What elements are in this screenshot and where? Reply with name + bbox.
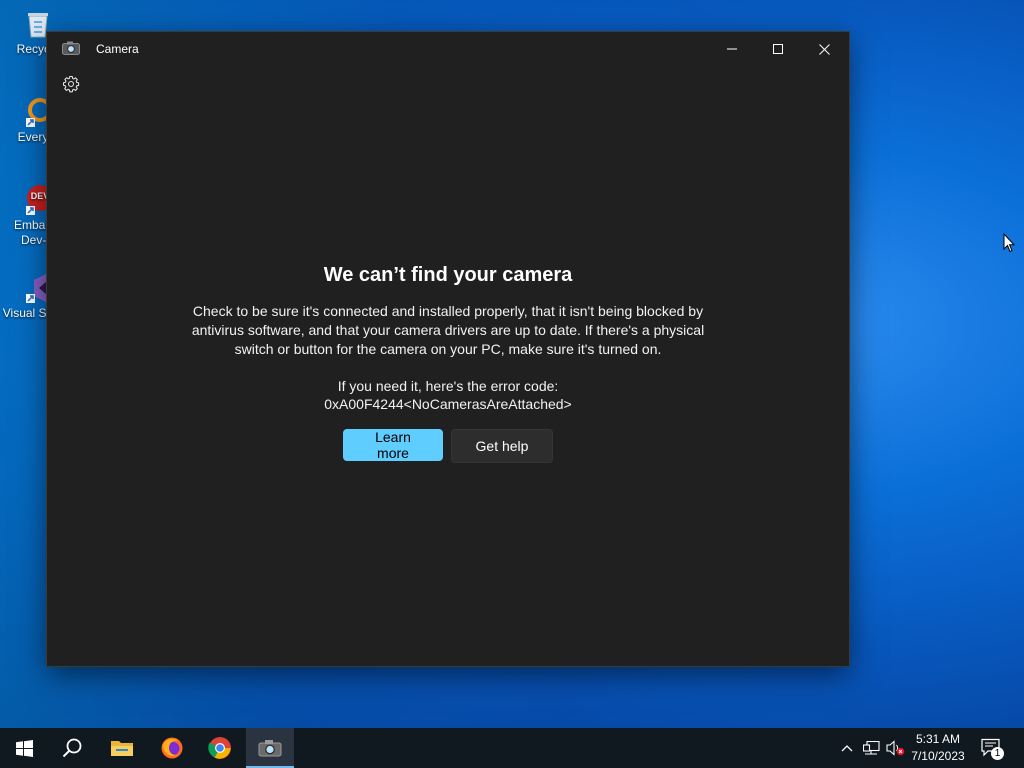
taskbar-clock[interactable]: 5:31 AM 7/10/2023	[905, 731, 971, 765]
clock-date: 7/10/2023	[911, 749, 965, 763]
gear-icon	[62, 75, 80, 93]
minimize-icon	[727, 48, 737, 50]
file-explorer-icon	[111, 741, 133, 756]
network-icon	[862, 741, 880, 755]
settings-button[interactable]	[59, 72, 83, 96]
action-buttons: Learn more Get help	[47, 429, 849, 463]
error-code-prompt: If you need it, here's the error code:	[337, 378, 559, 394]
taskbar: 5:31 AM 7/10/2023 1	[0, 728, 1024, 768]
maximize-icon	[773, 44, 783, 54]
error-message: Check to be sure it's connected and inst…	[191, 303, 705, 357]
search-button[interactable]	[48, 728, 96, 768]
title-bar[interactable]: Camera	[47, 32, 849, 66]
camera-window: Camera We can’t find your camera Check t…	[47, 32, 849, 666]
volume-button[interactable]	[884, 728, 906, 768]
chrome-button[interactable]	[196, 728, 244, 768]
notification-count-badge: 1	[991, 747, 1004, 760]
chrome-icon	[208, 737, 231, 759]
maximize-button[interactable]	[755, 32, 801, 66]
search-icon	[62, 738, 82, 758]
error-code: 0xA00F4244<NoCamerasAreAttached>	[324, 396, 572, 412]
window-title: Camera	[96, 42, 139, 56]
error-panel: We can’t find your camera Check to be su…	[47, 262, 849, 463]
camera-icon	[62, 41, 80, 55]
volume-muted-icon	[885, 740, 904, 756]
get-help-button[interactable]: Get help	[451, 429, 553, 463]
clock-time: 5:31 AM	[915, 732, 961, 746]
firefox-button[interactable]	[148, 728, 196, 768]
action-center-button[interactable]: 1	[980, 728, 1004, 768]
close-button[interactable]	[801, 32, 847, 66]
chevron-up-icon	[841, 745, 853, 752]
file-explorer-button[interactable]	[98, 728, 146, 768]
camera-icon	[258, 740, 282, 757]
start-button[interactable]	[0, 728, 48, 768]
error-heading: We can’t find your camera	[323, 264, 573, 286]
learn-more-button[interactable]: Learn more	[343, 429, 443, 461]
camera-taskbar-button[interactable]	[246, 728, 294, 768]
mouse-cursor-icon	[1003, 233, 1015, 253]
firefox-icon	[161, 737, 183, 759]
minimize-button[interactable]	[709, 32, 755, 66]
start-icon	[15, 739, 33, 757]
network-button[interactable]	[860, 728, 882, 768]
show-hidden-icons-button[interactable]	[838, 728, 856, 768]
close-icon	[818, 43, 830, 55]
